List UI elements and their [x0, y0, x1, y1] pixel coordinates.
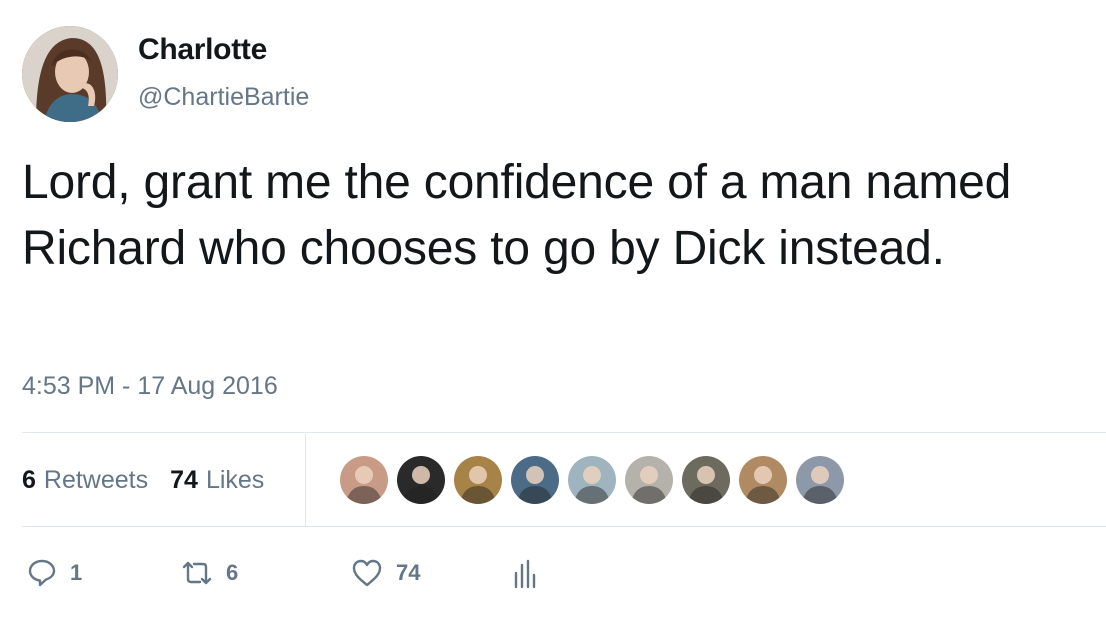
divider-top [22, 432, 1106, 433]
engagement-stats: 6 Retweets 74 Likes [22, 434, 306, 526]
retweet-icon [180, 557, 214, 589]
retweet-count: 6 [226, 560, 239, 585]
tweet-text: Lord, grant me the confidence of a man n… [22, 156, 1012, 275]
reply-button[interactable]: 1 [26, 557, 180, 589]
divider-bottom [22, 526, 1106, 527]
liker-avatar-9[interactable] [796, 456, 844, 504]
author-handle[interactable]: @ChartieBartie [138, 83, 309, 112]
liker-avatar-4[interactable] [511, 456, 559, 504]
liker-avatar-2[interactable] [397, 456, 445, 504]
likes-stat-count: 74 [170, 465, 198, 494]
liker-avatar-5[interactable] [568, 456, 616, 504]
author-display-name[interactable]: Charlotte [138, 33, 267, 67]
like-button[interactable]: 74 [350, 557, 510, 589]
analytics-button[interactable] [510, 557, 538, 589]
liker-avatar-3[interactable] [454, 456, 502, 504]
heart-icon [350, 557, 384, 589]
liker-avatar-8[interactable] [739, 456, 787, 504]
reply-icon [26, 557, 58, 589]
like-count: 74 [396, 560, 421, 585]
author-avatar[interactable] [22, 26, 118, 122]
liker-avatar-7[interactable] [682, 456, 730, 504]
liker-avatar-1[interactable] [340, 456, 388, 504]
analytics-icon [510, 557, 538, 589]
liker-avatars [340, 456, 844, 504]
likes-stat[interactable]: 74 Likes [170, 466, 264, 495]
retweets-stat-count: 6 [22, 465, 36, 494]
retweet-button[interactable]: 6 [180, 557, 350, 589]
retweets-stat[interactable]: 6 Retweets [22, 466, 148, 495]
likes-stat-label: Likes [205, 465, 265, 494]
action-bar: 1 6 74 [26, 550, 538, 596]
tweet-timestamp[interactable]: 4:53 PM - 17 Aug 2016 [22, 372, 278, 401]
liker-avatar-6[interactable] [625, 456, 673, 504]
retweets-stat-label: Retweets [43, 465, 149, 494]
reply-count: 1 [70, 560, 83, 585]
